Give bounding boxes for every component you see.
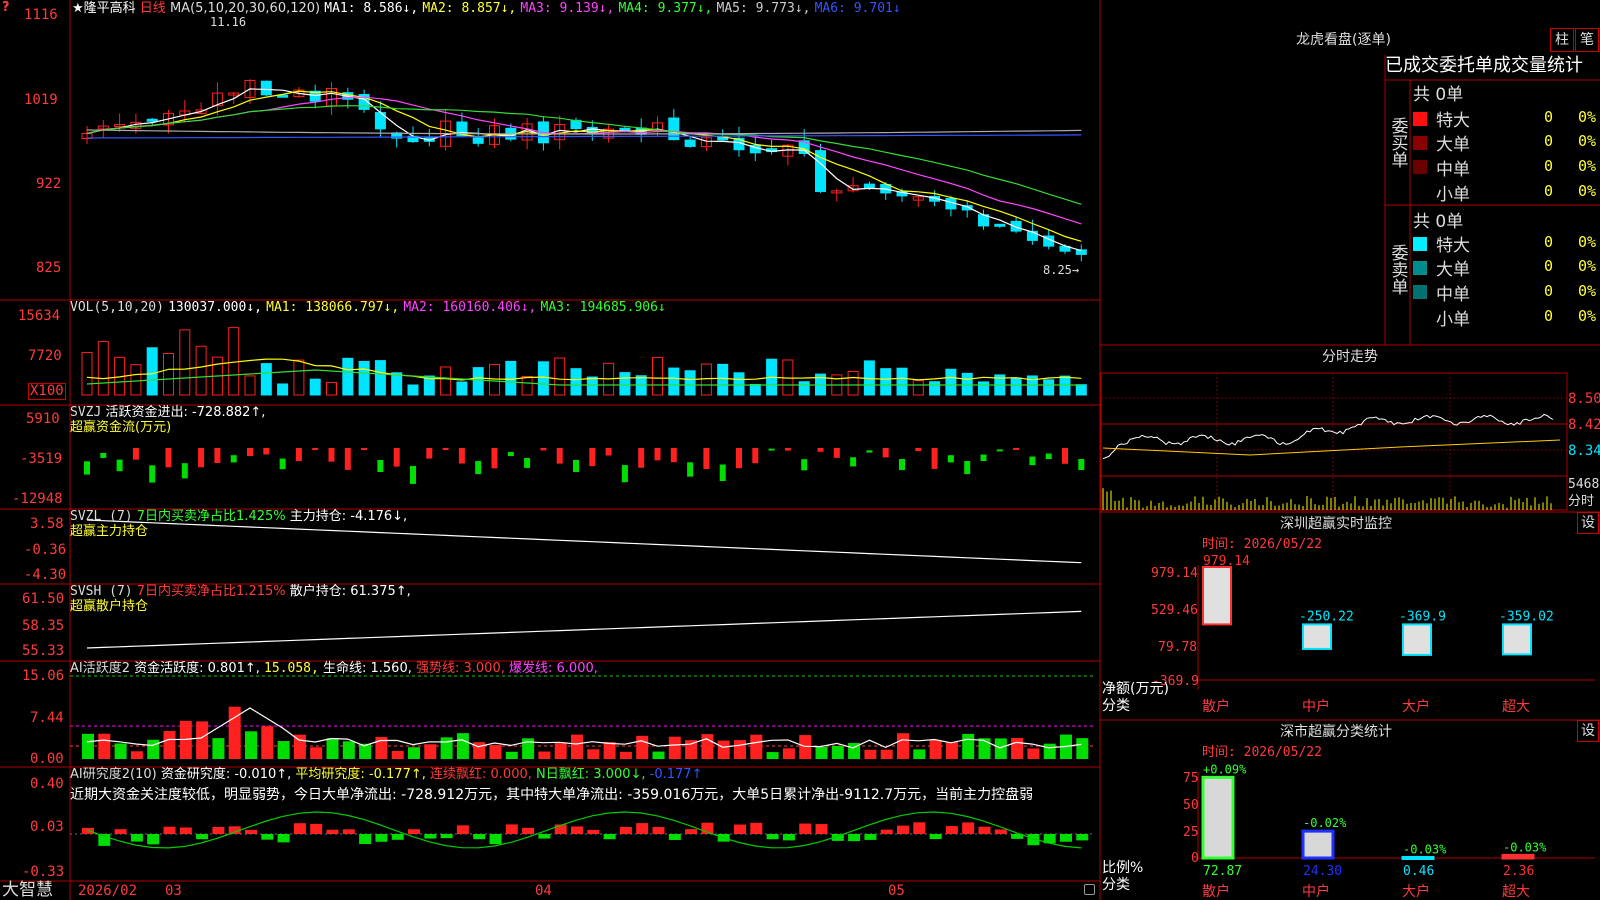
sz-monitor-bar bbox=[1402, 623, 1432, 656]
sz-monitor-data-label: 979.14 bbox=[1203, 554, 1250, 569]
sz-monitor-data-label: -369.9 bbox=[1399, 609, 1446, 624]
sz-monitor-data-label: -359.02 bbox=[1499, 609, 1554, 624]
right-bar-charts: 979.14 -250.22 -369.9 -359.02 +0.09% 72.87 -0.… bbox=[1201, 554, 1554, 879]
sz-monitor-bar bbox=[1502, 623, 1532, 656]
sz-stat-value-label: 24.30 bbox=[1303, 864, 1342, 879]
sz-stat-value-label: 2.36 bbox=[1503, 864, 1534, 879]
sz-stat-change-label: +0.09% bbox=[1203, 762, 1247, 776]
sz-monitor-bar bbox=[1202, 566, 1232, 626]
sz-monitor-data-label: -250.22 bbox=[1299, 609, 1354, 624]
sz-stat-bar bbox=[1501, 853, 1535, 860]
sz-stat-change-label: -0.03% bbox=[1503, 840, 1547, 854]
sz-stat-change-label: -0.02% bbox=[1303, 816, 1347, 830]
sz-stat-value-label: 0.46 bbox=[1403, 864, 1434, 879]
sz-stat-bar bbox=[1201, 775, 1235, 860]
sz-stat-bar bbox=[1401, 855, 1435, 860]
sz-stat-value-label: 72.87 bbox=[1203, 864, 1242, 879]
sz-stat-change-label: -0.03% bbox=[1403, 842, 1447, 856]
sz-monitor-bar bbox=[1302, 623, 1332, 650]
sz-stat-bar bbox=[1301, 829, 1335, 860]
